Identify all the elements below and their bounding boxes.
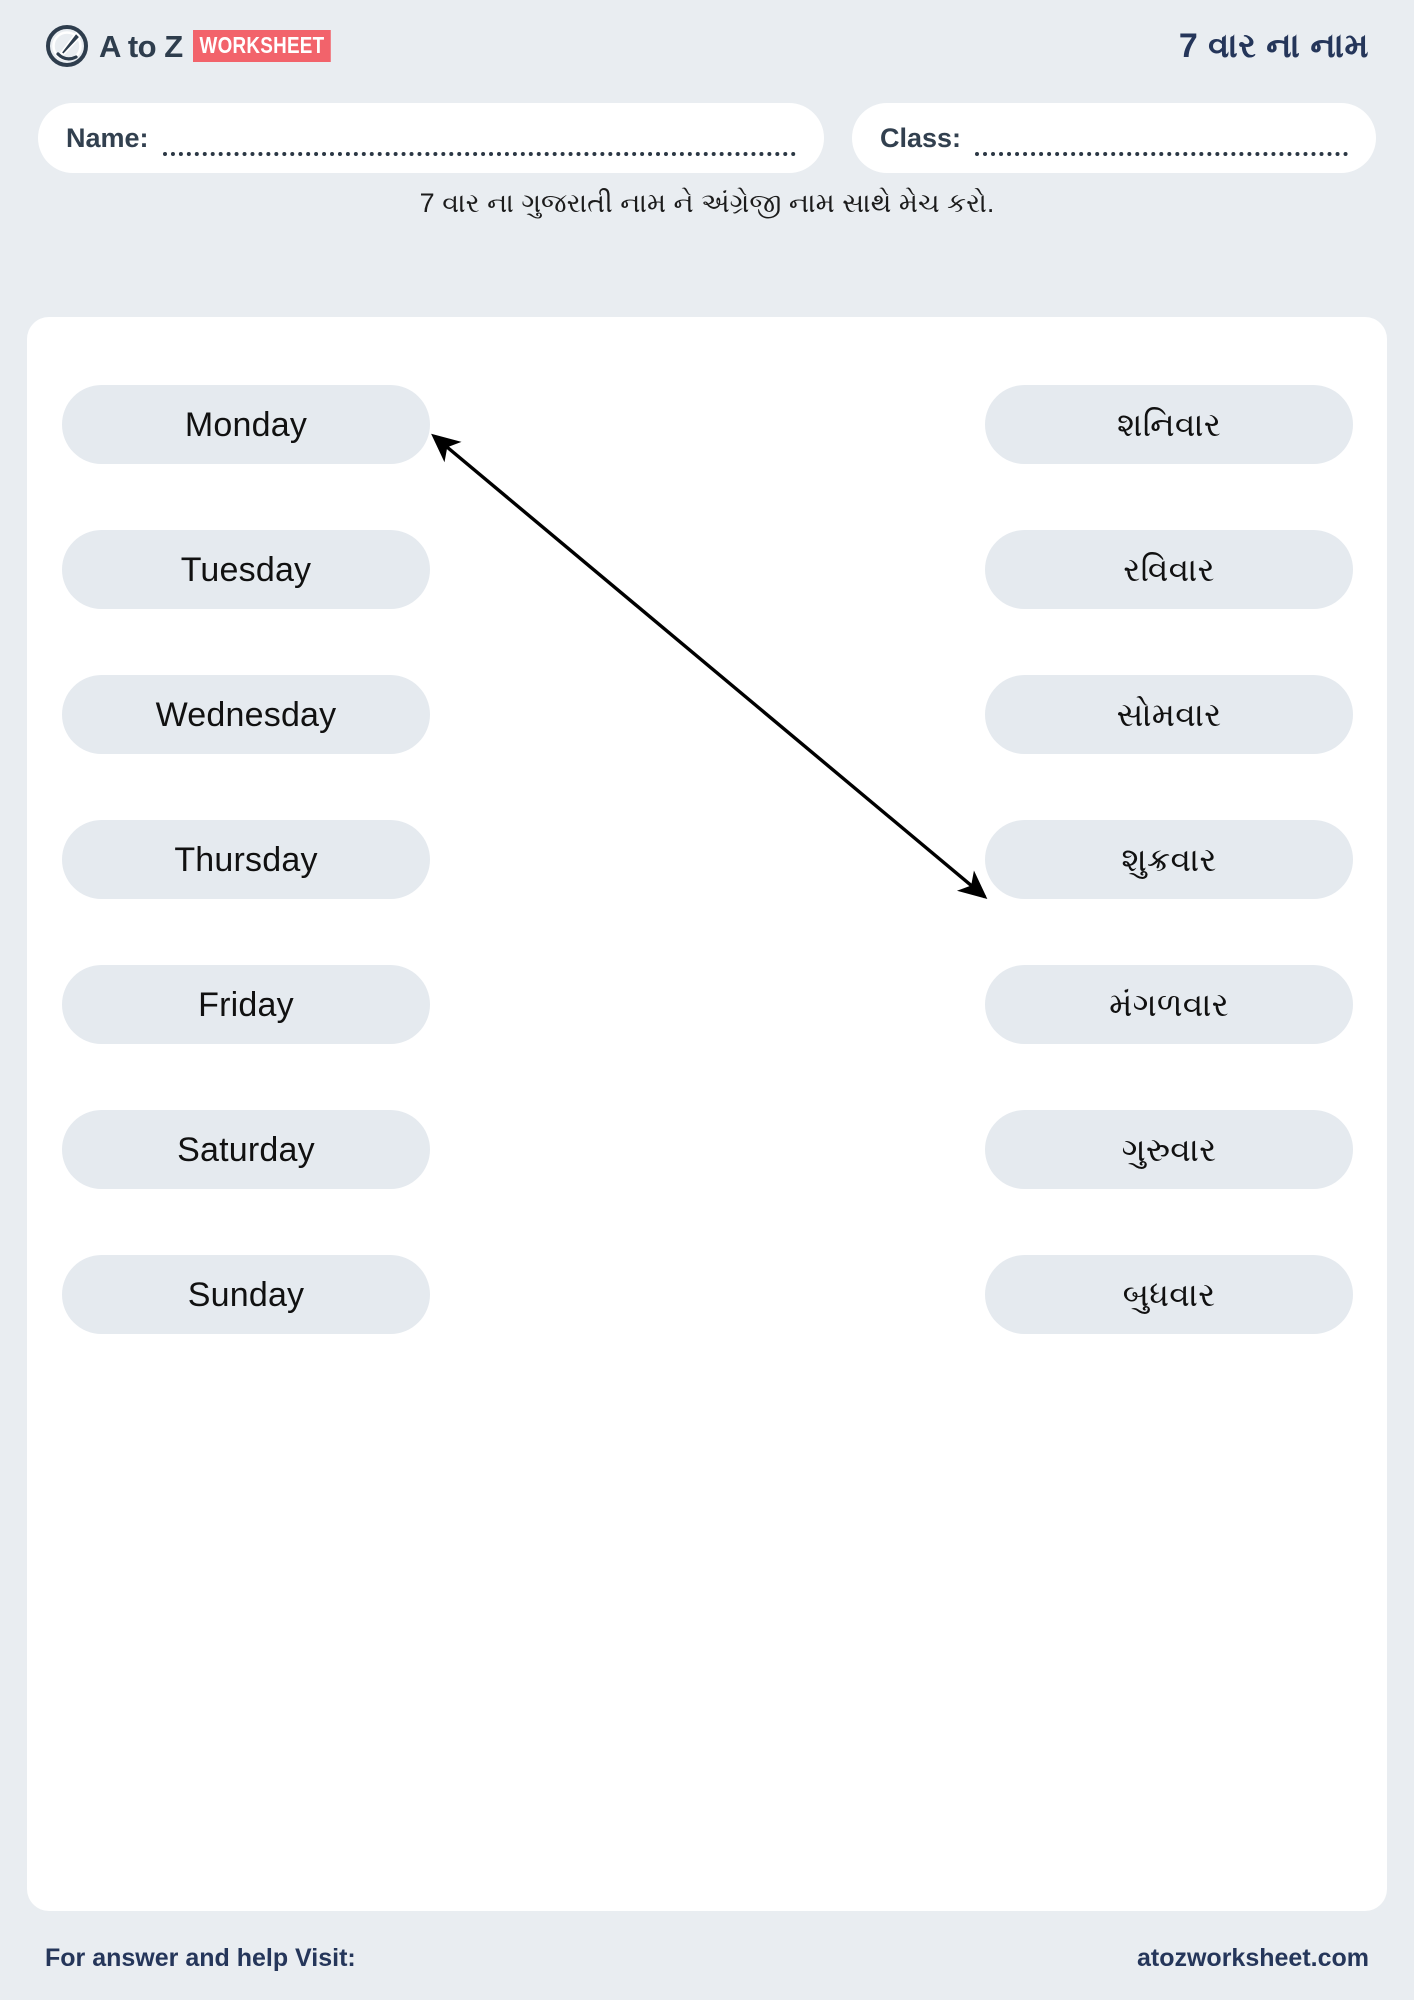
list-item[interactable]: શનિવાર bbox=[985, 385, 1353, 464]
class-label: Class: bbox=[880, 122, 962, 153]
list-item[interactable]: રવિવાર bbox=[985, 530, 1353, 609]
pen-in-circle-icon bbox=[46, 25, 88, 67]
name-field[interactable]: Name: bbox=[38, 103, 824, 173]
list-item[interactable]: Sunday bbox=[62, 1255, 430, 1334]
list-item[interactable]: Wednesday bbox=[62, 675, 430, 754]
pill-label: Saturday bbox=[177, 1130, 315, 1169]
pill-label: મંગળવાર bbox=[1109, 986, 1229, 1023]
pill-label: Thursday bbox=[174, 840, 318, 879]
brand-logo: A to Z WORKSHEET bbox=[45, 24, 361, 68]
matching-exercise: Monday Tuesday Wednesday Thursday Friday… bbox=[27, 317, 1387, 1911]
pill-label: Wednesday bbox=[155, 695, 337, 734]
student-info-row: Name: Class: bbox=[38, 103, 1376, 173]
pill-label: Monday bbox=[184, 405, 308, 444]
class-input-line[interactable] bbox=[975, 132, 1348, 156]
footer-website-link[interactable]: atozworksheet.com bbox=[1137, 1944, 1369, 1973]
english-day-column: Monday Tuesday Wednesday Thursday Friday… bbox=[62, 385, 430, 1334]
list-item[interactable]: Saturday bbox=[62, 1110, 430, 1189]
name-input-line[interactable] bbox=[162, 132, 796, 156]
connector-line-monday bbox=[431, 433, 988, 899]
list-item[interactable]: Monday bbox=[62, 385, 430, 464]
pill-label: રવિવાર bbox=[1123, 551, 1215, 588]
list-item[interactable]: શુક્રવાર bbox=[985, 820, 1353, 899]
pill-label: શનિવાર bbox=[1117, 406, 1221, 443]
list-item[interactable]: Tuesday bbox=[62, 530, 430, 609]
list-item[interactable]: બુધવાર bbox=[985, 1255, 1353, 1334]
instruction-text: 7 વાર ના ગુજરાતી નામ ને અંગ્રેજી નામ સાથ… bbox=[419, 188, 995, 218]
page-header: A to Z WORKSHEET 7 વાર ના નામ bbox=[0, 0, 1414, 92]
pill-label: સોમવાર bbox=[1116, 696, 1222, 733]
pill-label: બુધવાર bbox=[1122, 1276, 1216, 1313]
name-label: Name: bbox=[66, 122, 149, 153]
class-field[interactable]: Class: bbox=[852, 103, 1376, 173]
gujarati-day-column: શનિવાર રવિવાર સોમવાર શુક્રવાર મંગળવાર ગુ… bbox=[985, 385, 1353, 1334]
footer-help-text: For answer and help Visit: bbox=[45, 1943, 356, 1972]
list-item[interactable]: ગુરુવાર bbox=[985, 1110, 1353, 1189]
pill-label: ગુરુવાર bbox=[1121, 1131, 1217, 1168]
list-item[interactable]: Friday bbox=[62, 965, 430, 1044]
pill-label: Sunday bbox=[187, 1275, 305, 1314]
pill-label: શુક્રવાર bbox=[1121, 841, 1217, 878]
page-footer: For answer and help Visit: atozworksheet… bbox=[0, 1930, 1414, 1986]
pill-label: Friday bbox=[198, 985, 294, 1024]
list-item[interactable]: સોમવાર bbox=[985, 675, 1353, 754]
page-title: 7 વાર ના નામ bbox=[1178, 26, 1369, 65]
brand-name: A to Z bbox=[99, 28, 183, 64]
list-item[interactable]: મંગળવાર bbox=[985, 965, 1353, 1044]
list-item[interactable]: Thursday bbox=[62, 820, 430, 899]
brand-badge: WORKSHEET bbox=[192, 30, 331, 62]
pill-label: Tuesday bbox=[180, 550, 312, 589]
worksheet-card: Monday Tuesday Wednesday Thursday Friday… bbox=[27, 317, 1387, 1911]
